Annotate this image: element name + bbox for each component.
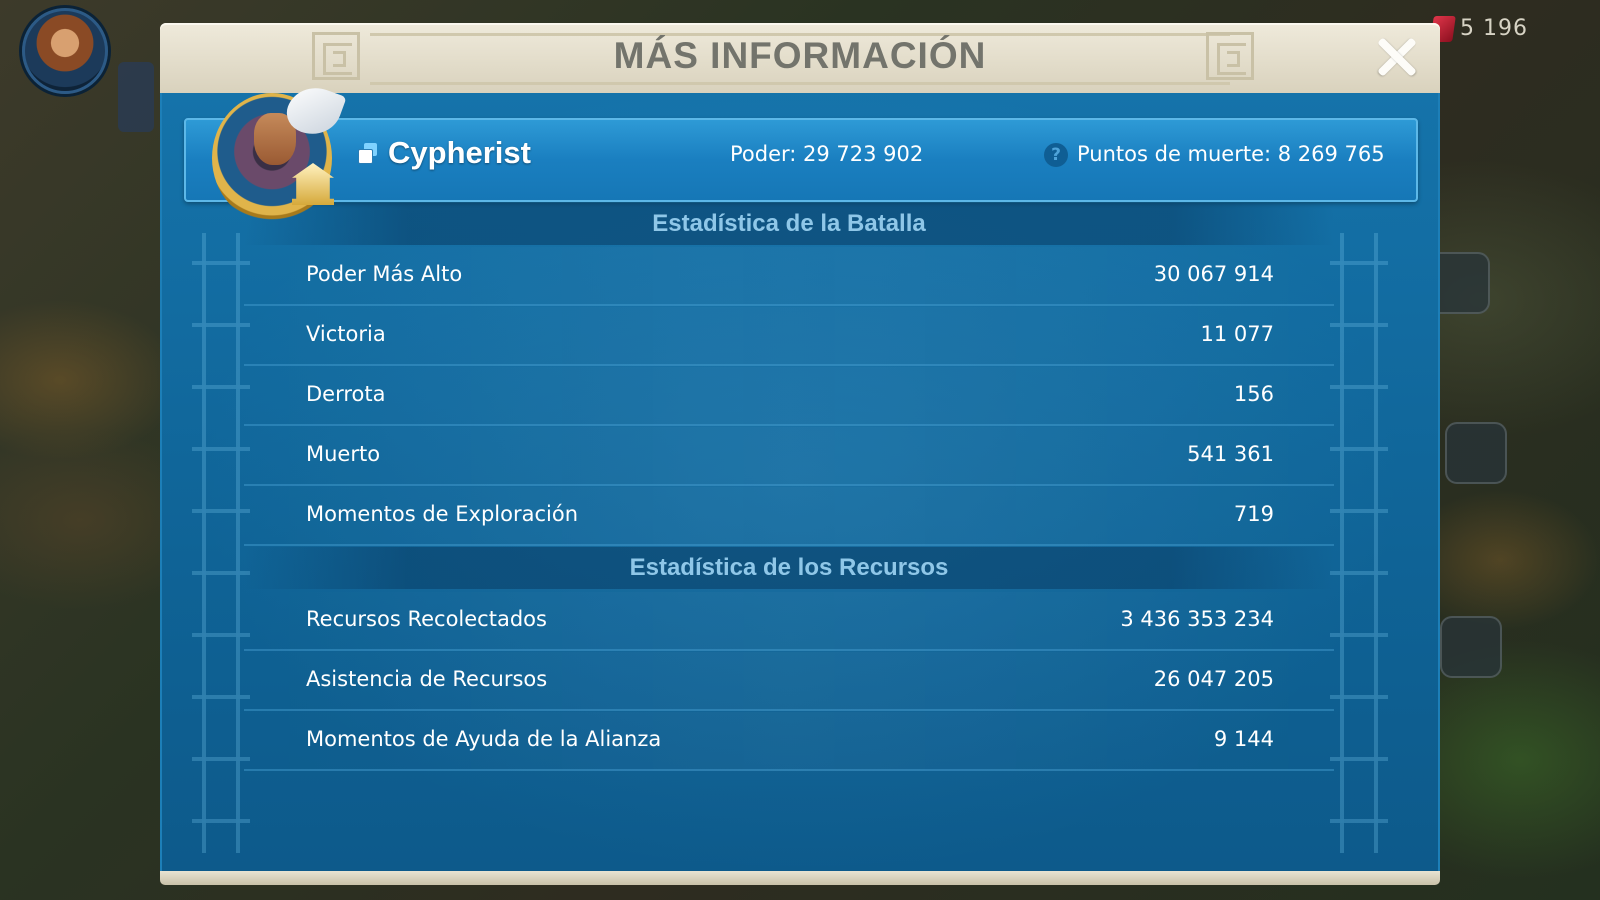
question-icon[interactable]: ? [1044,143,1068,167]
stat-value: 3 436 353 234 [1120,607,1274,631]
side-button-wood[interactable] [1445,422,1507,484]
stat-label: Recursos Recolectados [306,607,547,631]
commander-emblem[interactable] [208,79,347,228]
stat-label: Momentos de Exploración [306,502,579,526]
side-button-food[interactable] [1440,616,1502,678]
stat-row-resources-gathered: Recursos Recolectados 3 436 353 234 [244,592,1334,651]
stat-value: 9 144 [1213,727,1274,751]
stat-label: Poder Más Alto [306,262,463,286]
stat-row-highest-power: Poder Más Alto 30 067 914 [244,247,1334,306]
stat-row-alliance-help: Momentos de Ayuda de la Alianza 9 144 [244,712,1334,771]
stat-row-defeats: Derrota 156 [244,367,1334,426]
gem-count: 5 196 [1460,16,1528,41]
stat-row-dead: Muerto 541 361 [244,427,1334,486]
stat-label: Muerto [306,442,381,466]
stat-value: 26 047 205 [1153,667,1274,691]
dialog-footer [160,871,1440,885]
meander-border-left [192,233,250,853]
dialog-body: Estadística de la Batalla Poder Más Alto… [160,93,1440,871]
stat-row-victories: Victoria 11 077 [244,307,1334,366]
close-button[interactable] [1374,35,1418,79]
battle-stats-header: Estadística de la Batalla [244,203,1334,245]
player-name-row: Cypherist [358,135,531,171]
player-avatar[interactable] [22,8,108,94]
more-info-dialog: MÁS INFORMACIÓN Estadística de la Batall… [160,23,1440,885]
hud-banner [118,62,154,132]
stat-row-scout-times: Momentos de Exploración 719 [244,487,1334,546]
resource-stats-header: Estadística de los Recursos [244,547,1334,589]
alliance-icon [358,143,378,164]
stat-row-resource-assistance: Asistencia de Recursos 26 047 205 [244,652,1334,711]
stat-value: 11 077 [1200,322,1274,346]
dialog-header: MÁS INFORMACIÓN [160,23,1440,96]
stat-value: 30 067 914 [1153,262,1274,286]
stat-label: Momentos de Ayuda de la Alianza [306,727,662,751]
meander-border-right [1330,233,1388,853]
stat-value: 719 [1233,502,1274,526]
player-power: Poder: 29 723 902 [730,142,924,166]
kill-points: Puntos de muerte: 8 269 765 [1077,142,1385,166]
stat-value: 541 361 [1187,442,1274,466]
player-name: Cypherist [388,135,531,170]
stat-label: Victoria [306,322,386,346]
dialog-title: MÁS INFORMACIÓN [613,35,987,76]
stat-value: 156 [1233,382,1274,406]
stat-label: Asistencia de Recursos [306,667,548,691]
stat-label: Derrota [306,382,386,406]
